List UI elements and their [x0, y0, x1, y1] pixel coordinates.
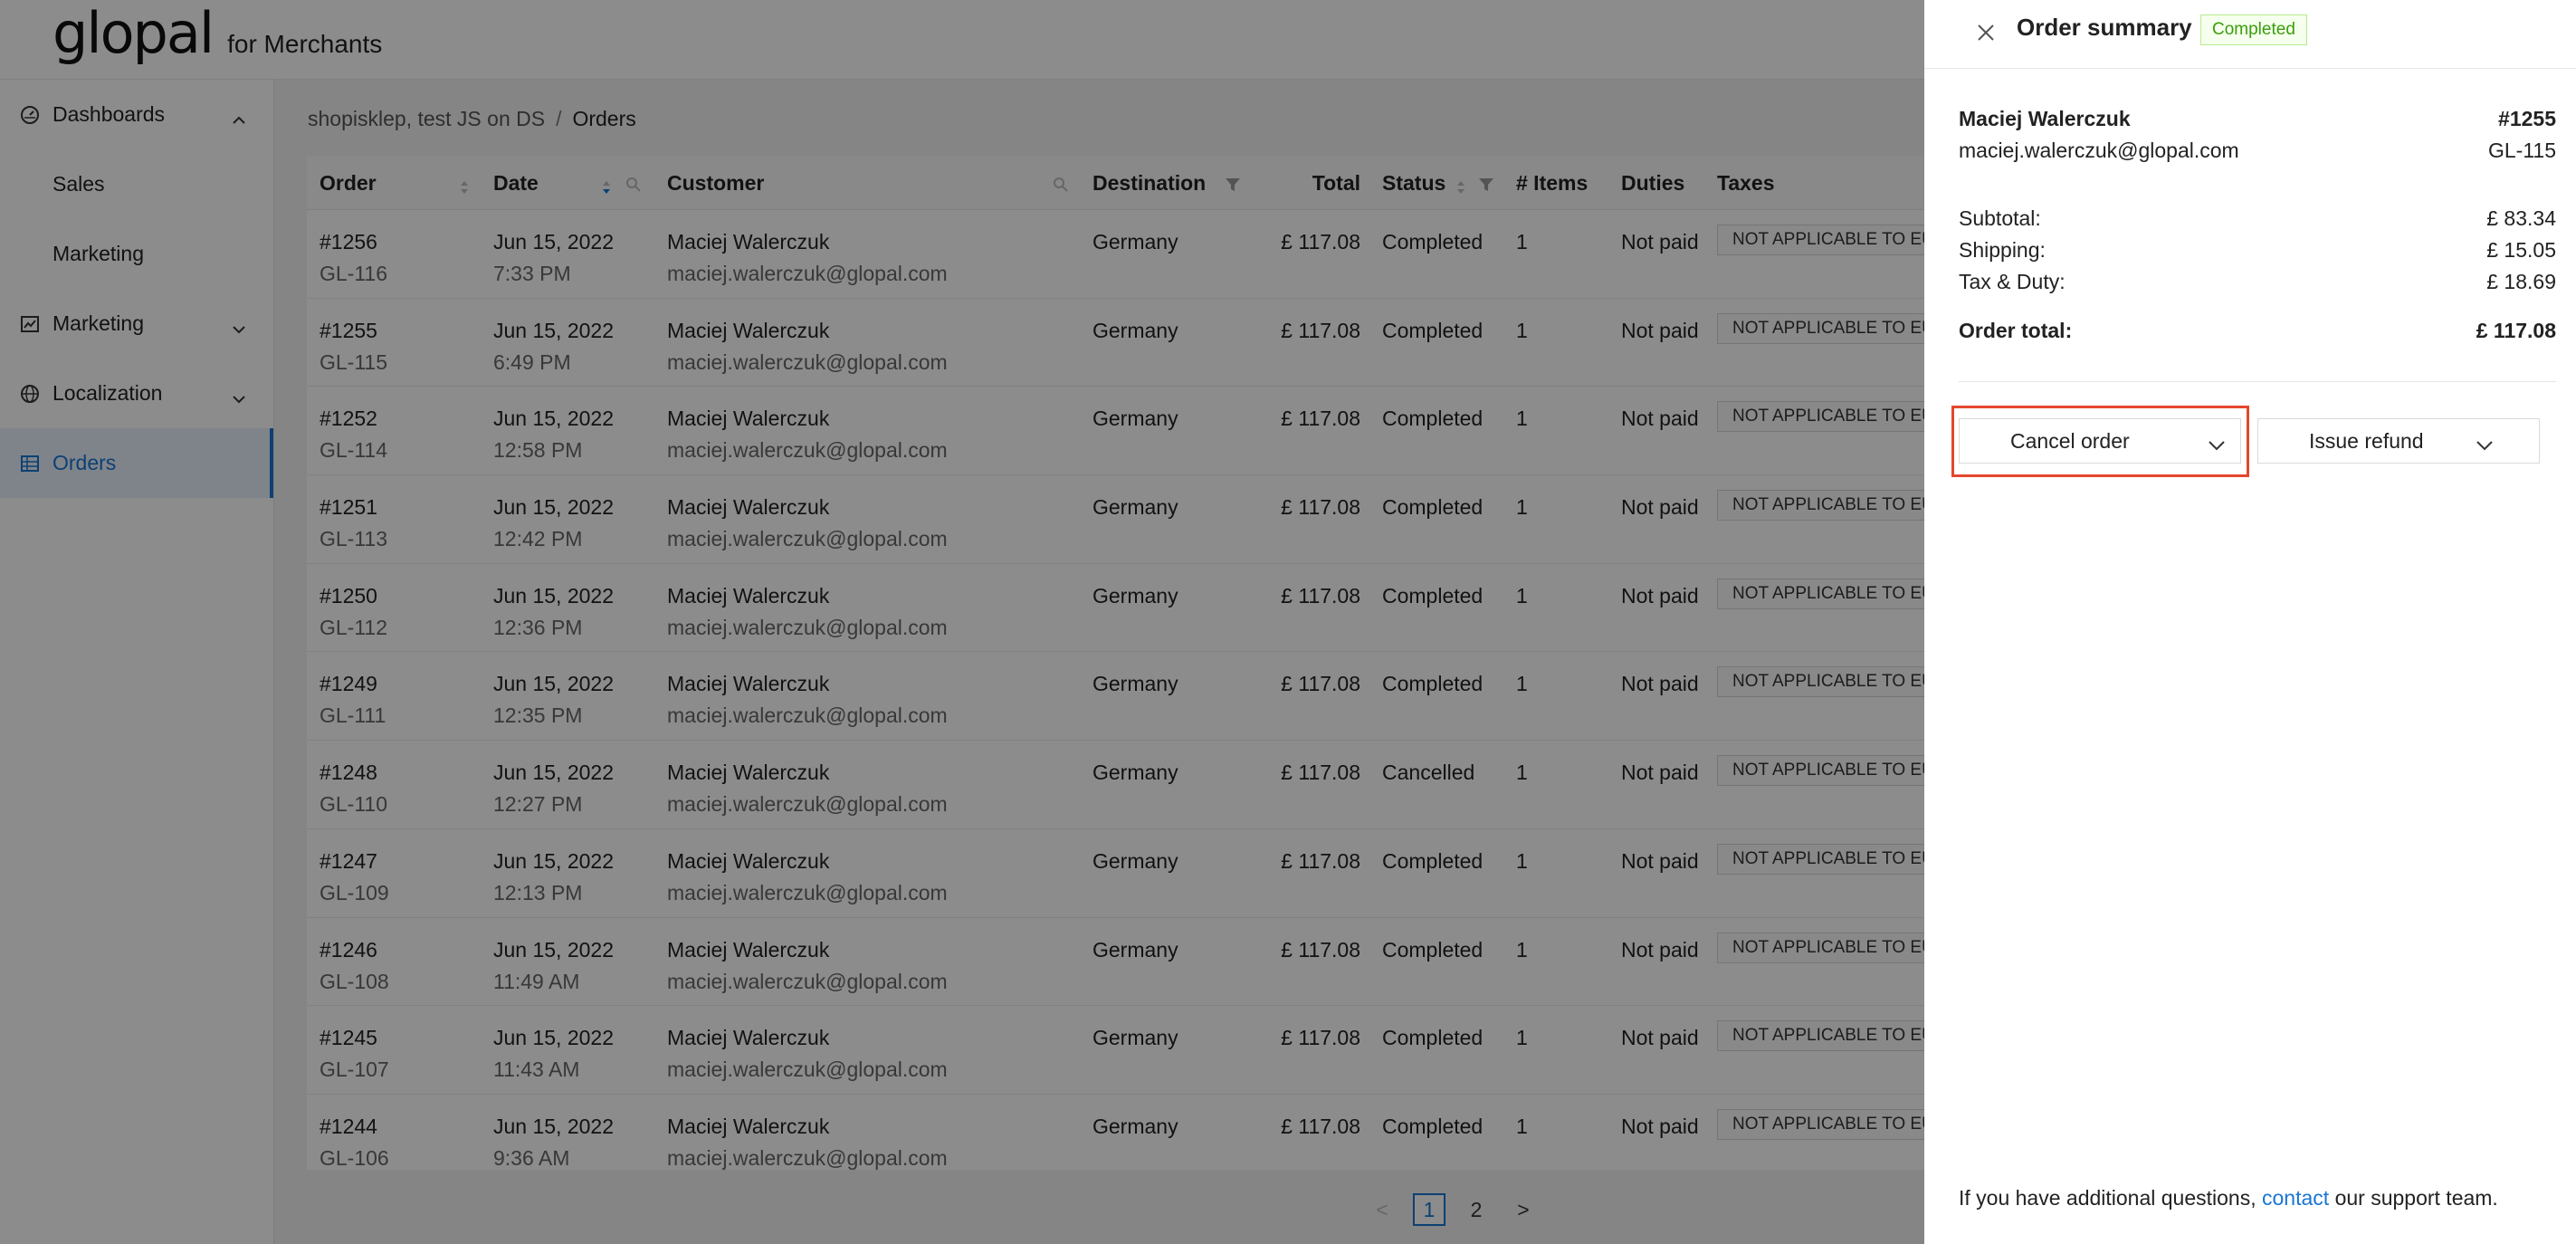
- order-summary-drawer: Order summary Completed Maciej Walerczuk…: [1924, 0, 2576, 1244]
- support-note: If you have additional questions, contac…: [1959, 1186, 2498, 1211]
- order-number: #1255: [2498, 107, 2556, 130]
- customer-name: Maciej Walerczuk: [1959, 107, 2131, 130]
- gl-number: GL-115: [2487, 139, 2556, 162]
- support-note-text: our support team.: [2334, 1186, 2498, 1210]
- chevron-down-icon: [2476, 433, 2494, 457]
- customer-email: maciej.walerczuk@glopal.com: [1959, 139, 2239, 162]
- subtotal-row: Subtotal: £ 83.34: [1959, 206, 2556, 231]
- support-note-text: If you have additional questions,: [1959, 1186, 2256, 1210]
- drawer-title: Order summary: [2017, 14, 2192, 41]
- tax-row: Tax & Duty: £ 18.69: [1959, 270, 2556, 294]
- order-total-label: Order total:: [1959, 319, 2073, 342]
- status-badge: Completed: [2200, 14, 2307, 45]
- highlight-box: [1951, 406, 2249, 477]
- shipping-label: Shipping:: [1959, 238, 2046, 262]
- shipping-value: £ 15.05: [2486, 238, 2556, 262]
- modal-overlay[interactable]: [0, 0, 1924, 1244]
- order-total-row: Order total: £ 117.08: [1959, 319, 2556, 343]
- subtotal-label: Subtotal:: [1959, 206, 2041, 230]
- tax-value: £ 18.69: [2486, 270, 2556, 293]
- shipping-row: Shipping: £ 15.05: [1959, 238, 2556, 263]
- tax-label: Tax & Duty:: [1959, 270, 2066, 293]
- subtotal-value: £ 83.34: [2486, 206, 2556, 230]
- issue-refund-button[interactable]: Issue refund: [2257, 418, 2540, 464]
- button-label: Issue refund: [2309, 428, 2424, 453]
- close-icon[interactable]: [1968, 14, 2004, 51]
- contact-link[interactable]: contact: [2262, 1186, 2329, 1210]
- drawer-header: Order summary Completed: [1924, 0, 2576, 69]
- divider: [1959, 381, 2556, 382]
- order-total-value: £ 117.08: [2476, 319, 2556, 342]
- customer-name-row: Maciej Walerczuk #1255: [1959, 107, 2556, 131]
- customer-email-row: maciej.walerczuk@glopal.com GL-115: [1959, 139, 2556, 163]
